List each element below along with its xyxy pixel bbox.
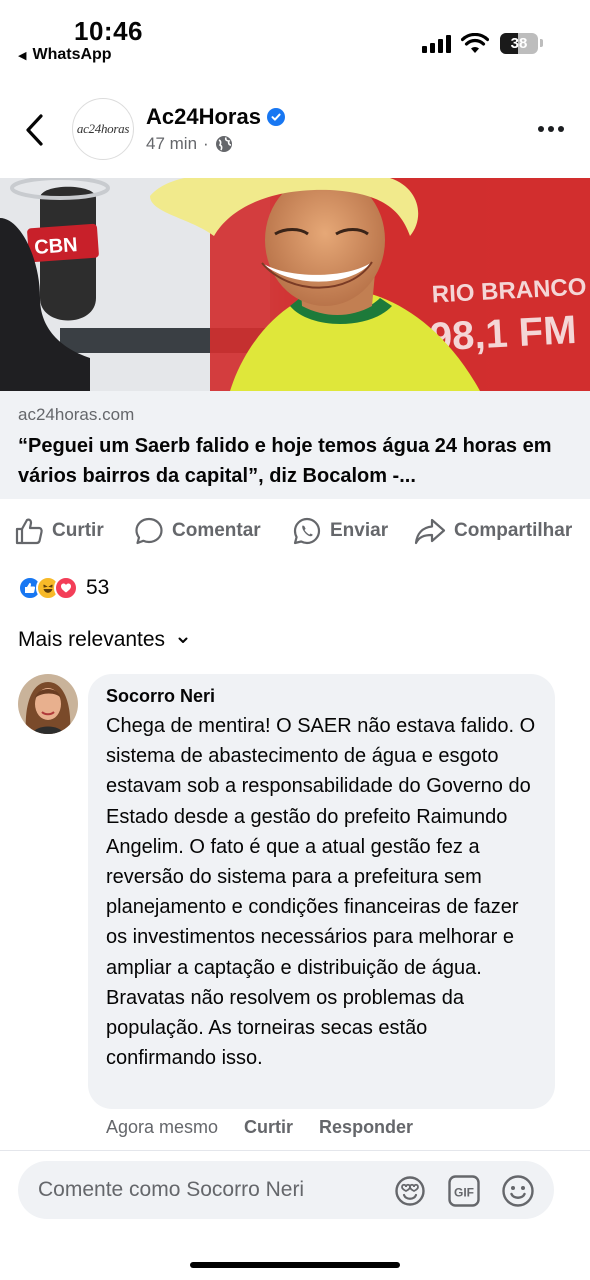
comment-reply-button[interactable]: Responder — [319, 1117, 413, 1138]
comment-like-button[interactable]: Curtir — [244, 1117, 293, 1138]
mic-brand-label: CBN — [34, 234, 79, 259]
cellular-signal-icon — [422, 35, 451, 53]
link-title: “Peguei um Saerb falido e hoje temos águ… — [18, 435, 552, 487]
post-time: 47 min — [146, 134, 198, 153]
avatar-sticker-icon[interactable] — [392, 1173, 428, 1209]
page-name[interactable]: Ac24Horas — [146, 104, 261, 130]
comment-input[interactable] — [38, 1161, 378, 1219]
wifi-icon — [461, 33, 489, 53]
link-preview-image[interactable]: CBN RIO BRANCO 98,1 FM — [0, 178, 590, 391]
comment-button[interactable]: Comentar — [134, 508, 261, 554]
globe-icon — [215, 136, 232, 152]
status-time: 10:46 — [74, 16, 143, 46]
share-label: Compartilhar — [454, 520, 573, 541]
gif-label: GIF — [454, 1186, 474, 1200]
share-arrow-icon — [414, 518, 446, 545]
comment-author[interactable]: Socorro Neri — [106, 686, 537, 707]
back-to-app-link[interactable]: ◀ WhatsApp — [18, 46, 112, 64]
page-name-row: Ac24Horas — [146, 104, 285, 130]
battery-icon: 38 — [500, 33, 538, 54]
page-logo: ac24horas — [76, 121, 130, 136]
chevron-down-icon — [178, 637, 188, 643]
comment-time: Agora mesmo — [106, 1117, 219, 1137]
gif-icon[interactable]: GIF — [446, 1173, 482, 1209]
link-domain: ac24horas.com — [18, 405, 135, 424]
love-reaction-icon — [54, 576, 78, 600]
comment-sort-dropdown[interactable]: Mais relevantes — [18, 628, 189, 652]
battery-level: 38 — [510, 35, 528, 52]
verified-badge-icon — [266, 108, 285, 126]
thumbs-up-icon — [15, 518, 43, 545]
like-button[interactable]: Curtir — [14, 508, 104, 554]
battery-tip — [540, 39, 543, 47]
meta-separator: · — [203, 134, 209, 153]
whatsapp-icon — [293, 517, 321, 545]
back-triangle-icon: ◀ — [18, 49, 27, 62]
status-bar: 10:46 ◀ WhatsApp 38 — [0, 0, 590, 78]
back-app-label: WhatsApp — [32, 46, 112, 63]
page-avatar[interactable]: ac24horas — [72, 98, 134, 160]
sort-label: Mais relevantes — [18, 628, 166, 651]
emoji-icon[interactable] — [500, 1173, 536, 1209]
send-button[interactable]: Enviar — [292, 508, 388, 554]
more-options-icon[interactable] — [538, 126, 564, 132]
post-action-bar: Curtir Comentar Enviar Compartilhar — [0, 508, 590, 554]
reaction-count: 53 — [86, 576, 110, 599]
send-label: Enviar — [330, 520, 389, 541]
comment-bubble-icon — [135, 517, 163, 545]
like-label: Curtir — [52, 520, 104, 541]
comment-bubble[interactable]: Socorro Neri Chega de mentira! O SAER nã… — [88, 674, 555, 1109]
post-header: ac24horas Ac24Horas 47 min · — [0, 90, 590, 170]
share-button[interactable]: Compartilhar — [414, 508, 572, 554]
divider — [0, 1150, 590, 1151]
link-preview-meta[interactable]: ac24horas.com “Peguei um Saerb falido e … — [0, 391, 590, 499]
post-meta: 47 min · — [146, 134, 233, 154]
comment-label: Comentar — [172, 520, 261, 541]
reactions-summary[interactable]: 53 — [18, 576, 109, 600]
comment-composer: GIF — [18, 1161, 554, 1219]
commenter-avatar[interactable] — [18, 674, 78, 734]
back-chevron-icon[interactable] — [22, 112, 48, 148]
comment-actions: Agora mesmo Curtir Responder — [106, 1117, 413, 1138]
comment-text: Chega de mentira! O SAER não estava fali… — [106, 715, 536, 1070]
home-indicator[interactable] — [190, 1262, 400, 1268]
